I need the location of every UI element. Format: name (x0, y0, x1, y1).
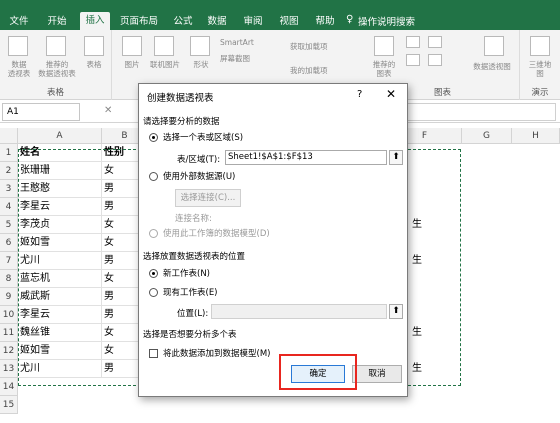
row-header[interactable]: 9 (0, 288, 18, 306)
row-header[interactable]: 15 (0, 396, 18, 414)
3d-map-button[interactable]: 三维地 图 (522, 60, 558, 78)
recommended-charts-button[interactable]: 推荐的 图表 (368, 60, 400, 78)
label-table-range: 表/区域(T): (177, 155, 221, 165)
name-box[interactable]: A1 (2, 103, 80, 121)
help-icon[interactable]: ? (357, 89, 362, 100)
label-add-data-model[interactable]: 将此数据添加到数据模型(M) (163, 347, 270, 359)
row-header[interactable]: 4 (0, 198, 18, 216)
location-picker-icon[interactable]: ⬆ (389, 304, 403, 319)
smartart-button[interactable]: SmartArt (220, 38, 276, 47)
row-header[interactable]: 7 (0, 252, 18, 270)
column-header-a[interactable]: A (18, 128, 102, 144)
label-existing-worksheet[interactable]: 现有工作表(E) (163, 286, 218, 298)
close-icon[interactable]: ✕ (386, 87, 396, 101)
column-header-g[interactable]: G (462, 128, 512, 144)
tab-page-layout[interactable]: 页面布局 (116, 14, 162, 30)
online-picture-icon[interactable] (154, 36, 174, 56)
radio-new-worksheet[interactable] (149, 269, 158, 278)
cancel-button[interactable]: 取消 (352, 365, 402, 383)
row-header[interactable]: 8 (0, 270, 18, 288)
get-addins-button[interactable]: 获取加载项 (290, 42, 366, 51)
table-range-input[interactable]: Sheet1!$A$1:$F$13 (225, 150, 387, 165)
recommended-pivot-button[interactable]: 推荐的 数据透视表 (32, 60, 82, 78)
label-new-worksheet[interactable]: 新工作表(N) (163, 267, 210, 279)
lightbulb-icon: ♀ (346, 14, 354, 25)
checkbox-add-data-model[interactable] (149, 349, 158, 358)
screenshot-button[interactable]: 屏幕截图 (220, 54, 276, 63)
pivottable-icon[interactable] (8, 36, 28, 56)
radio-data-model[interactable] (149, 229, 158, 238)
label-connection-name: 连接名称: (175, 214, 212, 224)
select-all-corner[interactable] (0, 128, 18, 144)
tab-help[interactable]: 帮助 (312, 14, 338, 30)
row-header[interactable]: 13 (0, 360, 18, 378)
section-multiple-tables: 选择是否想要分析多个表 (143, 330, 237, 340)
radio-select-range[interactable] (149, 133, 158, 142)
row-header[interactable]: 2 (0, 162, 18, 180)
ribbon-group-tables: 数据 透视表 推荐的 数据透视表 表格 表格 (0, 30, 112, 100)
row-header[interactable]: 5 (0, 216, 18, 234)
create-pivottable-dialog: 创建数据透视表 ? ✕ 请选择要分析的数据 选择一个表或区域(S) 表/区域(T… (138, 83, 408, 397)
shapes-icon[interactable] (190, 36, 210, 56)
section-choose-data: 请选择要分析的数据 (143, 117, 220, 127)
my-addins-button[interactable]: 我的加载项 (290, 66, 366, 75)
shapes-button[interactable]: 形状 (188, 60, 214, 69)
tell-me-search[interactable]: 操作说明搜索 (358, 14, 415, 28)
dialog-title: 创建数据透视表 (147, 93, 214, 104)
row-header[interactable]: 12 (0, 342, 18, 360)
tab-formulas[interactable]: 公式 (170, 14, 196, 30)
label-external-source[interactable]: 使用外部数据源(U) (163, 170, 235, 182)
label-select-range[interactable]: 选择一个表或区域(S) (163, 131, 243, 143)
pivot-chart-icon[interactable] (484, 36, 504, 56)
recommended-pivot-icon[interactable] (46, 36, 66, 56)
row-header[interactable]: 3 (0, 180, 18, 198)
row-header[interactable]: 1 (0, 144, 18, 162)
radio-external-source[interactable] (149, 172, 158, 181)
group-label-tours: 演示 (531, 88, 549, 98)
online-pictures-button[interactable]: 联机图片 (146, 60, 184, 69)
column-chart-icon[interactable] (406, 36, 420, 48)
tab-file[interactable]: 文件 (4, 14, 34, 30)
column-header-h[interactable]: H (512, 128, 560, 144)
ribbon-tab-bar: 文件 开始 插入 页面布局 公式 数据 审阅 视图 帮助 ♀ 操作说明搜索 (0, 0, 560, 30)
choose-connection-button[interactable]: 选择连接(C)... (175, 189, 241, 207)
3d-map-icon[interactable] (530, 36, 550, 56)
tab-home[interactable]: 开始 (42, 14, 72, 30)
group-label-tables: 表格 (46, 88, 64, 98)
location-input[interactable] (211, 304, 387, 319)
tab-insert[interactable]: 插入 (80, 12, 110, 30)
radio-existing-worksheet[interactable] (149, 288, 158, 297)
label-data-model[interactable]: 使用此工作簿的数据模型(D) (163, 227, 270, 239)
table-icon[interactable] (84, 36, 104, 56)
recommended-charts-icon[interactable] (374, 36, 394, 56)
row-header[interactable]: 6 (0, 234, 18, 252)
row-header[interactable]: 10 (0, 306, 18, 324)
ribbon-group-tours: 三维地 图 演示 (520, 30, 560, 100)
pivot-chart-button[interactable]: 数据透视图 (464, 62, 520, 71)
label-location: 位置(L): (177, 309, 209, 319)
picture-icon[interactable] (122, 36, 142, 56)
pictures-button[interactable]: 图片 (118, 60, 146, 69)
tab-data[interactable]: 数据 (204, 14, 230, 30)
highlight-box (279, 354, 357, 390)
pie-chart-icon[interactable] (406, 54, 420, 66)
scatter-chart-icon[interactable] (428, 54, 442, 66)
tab-view[interactable]: 视图 (276, 14, 302, 30)
row-header[interactable]: 11 (0, 324, 18, 342)
line-chart-icon[interactable] (428, 36, 442, 48)
pivot-table-button[interactable]: 数据 透视表 (2, 60, 36, 78)
tab-review[interactable]: 审阅 (240, 14, 266, 30)
table-button[interactable]: 表格 (82, 60, 106, 69)
cancel-formula-icon[interactable]: ✕ (104, 105, 112, 116)
range-picker-icon[interactable]: ⬆ (389, 150, 403, 165)
row-header[interactable]: 14 (0, 378, 18, 396)
section-location: 选择放置数据透视表的位置 (143, 252, 246, 262)
